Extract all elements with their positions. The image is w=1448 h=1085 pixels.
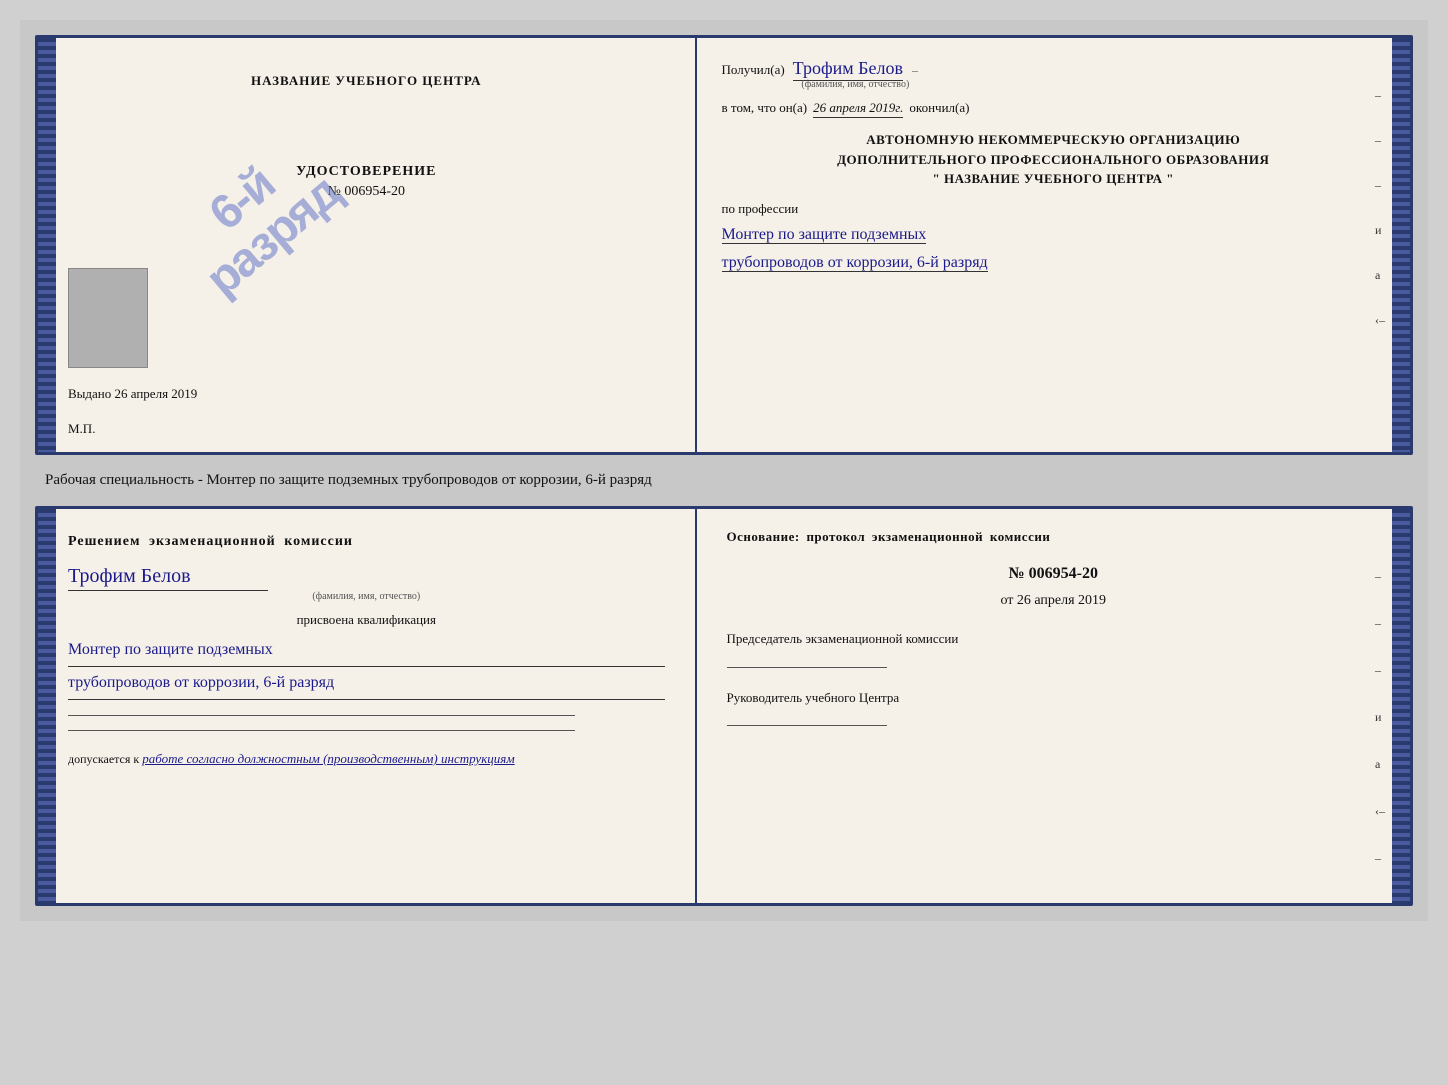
- org-line1: АВТОНОМНУЮ НЕКОММЕРЧЕСКУЮ ОРГАНИЗАЦИЮ: [722, 130, 1385, 150]
- fio-hint-top: (фамилия, имя, отчество): [793, 79, 918, 90]
- ot-date: от 26 апреля 2019: [727, 593, 1380, 609]
- bottom-right-arrow: ‹–: [1375, 804, 1385, 819]
- udost-number: № 006954-20: [296, 184, 436, 200]
- po-professii-label: по профессии: [722, 201, 1385, 217]
- bottom-right-dash3: –: [1375, 663, 1385, 678]
- page-container: НАЗВАНИЕ УЧЕБНОГО ЦЕНТРА 6-й разряд УДОС…: [20, 20, 1428, 921]
- line-sep-1: [68, 715, 575, 716]
- qual-line2: трубопроводов от коррозии, 6-й разряд: [68, 667, 665, 700]
- side-strip-right: [1392, 38, 1410, 452]
- poluchil-label: Получил(a): [722, 62, 785, 78]
- profession-line2: трубопроводов от коррозии, 6-й разряд: [722, 254, 988, 272]
- bottom-side-strip-right: [1392, 509, 1410, 903]
- bottom-right-i: и: [1375, 710, 1385, 725]
- recipient-line: Получил(a) Трофим Белов – (фамилия, имя,…: [722, 58, 1385, 90]
- middle-text: Рабочая специальность - Монтер по защите…: [35, 467, 1413, 494]
- dopuskaetsya-italic: работе согласно должностным (производств…: [142, 751, 514, 766]
- prisvoena-text: присвоена квалификация: [68, 612, 665, 628]
- vtom-line: в том, что он(а) 26 апреля 2019г. окончи…: [722, 100, 1385, 118]
- top-right-dash3: –: [1375, 178, 1385, 193]
- udost-block: УДОСТОВЕРЕНИЕ № 006954-20: [296, 164, 436, 200]
- cert-top-right: – – – и а ‹– Получил(a) Трофим Белов – (…: [697, 38, 1410, 452]
- top-right-arrow: ‹–: [1375, 313, 1385, 328]
- profession-block: по профессии Монтер по защите подземных …: [722, 201, 1385, 279]
- dopuskaetsya-line: допускается к работе согласно должностны…: [68, 751, 665, 767]
- top-right-dash2: –: [1375, 133, 1385, 148]
- okonchil-label: окончил(а): [909, 100, 969, 116]
- stamp-text: 6-й разряд: [168, 131, 349, 305]
- rukovoditel-title: Руководитель учебного Центра: [727, 688, 1380, 708]
- rukovoditel-sign-line: [727, 725, 887, 726]
- bottom-right-dash2: –: [1375, 616, 1385, 631]
- bottom-lines: [68, 715, 665, 731]
- bottom-fio-hint: (фамилия, имя, отчество): [68, 591, 665, 602]
- vtom-label: в том, что он(а): [722, 100, 808, 116]
- bottom-name: Трофим Белов: [68, 565, 268, 591]
- predsedatel-sign-line: [727, 667, 887, 668]
- cert-bottom-left: Решением экзаменационной комиссии Трофим…: [38, 509, 697, 903]
- bottom-right-dash1: –: [1375, 569, 1385, 584]
- recipient-block: Трофим Белов – (фамилия, имя, отчество): [793, 58, 918, 90]
- mp-line: М.П.: [68, 421, 95, 437]
- qual-line1: Монтер по защите подземных: [68, 634, 665, 667]
- vydano-line: Выдано 26 апреля 2019: [68, 386, 197, 402]
- vydano-date: 26 апреля 2019: [115, 386, 198, 401]
- resheniye-title: Решением экзаменационной комиссии: [68, 534, 665, 550]
- dopuskaetsya-label: допускается к: [68, 752, 139, 766]
- middle-specialnost: Рабочая специальность - Монтер по защите…: [45, 472, 652, 488]
- ot-label: от: [1000, 593, 1013, 608]
- protocol-number: № 006954-20: [727, 565, 1380, 583]
- photo-placeholder: [68, 268, 148, 368]
- bottom-name-block: Трофим Белов (фамилия, имя, отчество): [68, 565, 665, 602]
- top-right-i: и: [1375, 223, 1385, 238]
- date-written: 26 апреля 2019г.: [813, 100, 903, 118]
- bottom-right-a: а: [1375, 757, 1385, 772]
- cert-top: НАЗВАНИЕ УЧЕБНОГО ЦЕНТРА 6-й разряд УДОС…: [35, 35, 1413, 455]
- ot-date-value: 26 апреля 2019: [1017, 593, 1106, 608]
- cert-top-left: НАЗВАНИЕ УЧЕБНОГО ЦЕНТРА 6-й разряд УДОС…: [38, 38, 697, 452]
- org-line3: " НАЗВАНИЕ УЧЕБНОГО ЦЕНТРА ": [722, 169, 1385, 189]
- top-right-dash1: –: [1375, 88, 1385, 103]
- org-line2: ДОПОЛНИТЕЛЬНОГО ПРОФЕССИОНАЛЬНОГО ОБРАЗО…: [722, 150, 1385, 170]
- top-right-a: а: [1375, 268, 1385, 283]
- line-sep-2: [68, 730, 575, 731]
- cert-bottom: Решением экзаменационной комиссии Трофим…: [35, 506, 1413, 906]
- profession-line1: Монтер по защите подземных: [722, 226, 927, 244]
- bottom-right-dash4: –: [1375, 851, 1385, 866]
- predsedatel-title: Председатель экзаменационной комиссии: [727, 629, 1380, 649]
- dash-sep: –: [912, 63, 918, 77]
- org-block: АВТОНОМНУЮ НЕКОММЕРЧЕСКУЮ ОРГАНИЗАЦИЮ ДО…: [722, 130, 1385, 189]
- vydano-label: Выдано: [68, 386, 111, 401]
- rukovoditel-block: Руководитель учебного Центра: [727, 688, 1380, 727]
- recipient-name: Трофим Белов: [793, 58, 903, 81]
- bottom-right-dash5: –: [1375, 898, 1385, 906]
- predsedatel-block: Председатель экзаменационной комиссии: [727, 629, 1380, 668]
- cert-bottom-right: – – – и а ‹– – – – Основание: протокол э…: [697, 509, 1410, 903]
- osnovaniye-title: Основание: протокол экзаменационной коми…: [727, 529, 1380, 545]
- udost-title: УДОСТОВЕРЕНИЕ: [296, 164, 436, 180]
- cert-top-title: НАЗВАНИЕ УЧЕБНОГО ЦЕНТРА: [251, 73, 482, 89]
